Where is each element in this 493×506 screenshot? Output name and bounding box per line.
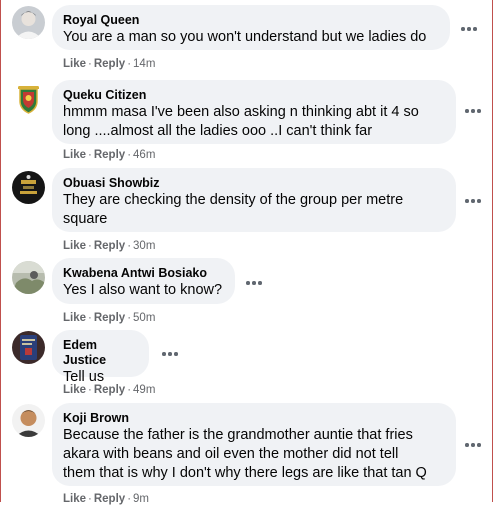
like-button[interactable]: Like: [63, 493, 86, 505]
comment-text: Yes I also want to know?: [63, 282, 223, 298]
comment-text: You are a man so you won't understand bu…: [63, 29, 427, 45]
comment-bubble: Edem Justice Tell us: [52, 330, 149, 385]
avatar[interactable]: [12, 171, 45, 204]
comment-actions: Like · Reply · 30m: [63, 240, 156, 252]
comment-author[interactable]: Kwabena Antwi Bosiako: [63, 266, 223, 281]
comment-actions: Like · Reply · 50m: [63, 312, 156, 324]
avatar[interactable]: [12, 261, 45, 294]
comment-actions: Like · Reply · 46m: [63, 149, 156, 161]
avatar[interactable]: [12, 83, 45, 116]
avatar[interactable]: [12, 331, 45, 364]
comment-text: hmmm masa I've been also asking n thinki…: [63, 104, 419, 139]
comment-bubble: Queku Citizen hmmm masa I've been also a…: [52, 80, 456, 144]
like-button[interactable]: Like: [63, 312, 86, 324]
like-button[interactable]: Like: [63, 384, 86, 396]
comment-author[interactable]: Obuasi Showbiz: [63, 176, 444, 191]
more-options-icon[interactable]: [244, 277, 264, 289]
reply-button[interactable]: Reply: [94, 149, 125, 161]
reply-button[interactable]: Reply: [94, 240, 125, 252]
comment-actions: Like · Reply · 14m: [63, 58, 156, 70]
comment-author[interactable]: Koji Brown: [63, 411, 444, 426]
reply-button[interactable]: Reply: [94, 384, 125, 396]
like-button[interactable]: Like: [63, 149, 86, 161]
comment-actions: Like · Reply · 9m: [63, 493, 150, 505]
comment-time[interactable]: 30m: [133, 240, 155, 252]
comment-bubble: Kwabena Antwi Bosiako Yes I also want to…: [52, 258, 235, 304]
comment-time[interactable]: 49m: [133, 384, 155, 396]
comment-time[interactable]: 14m: [133, 58, 155, 70]
more-options-icon[interactable]: [463, 439, 483, 451]
comment-text: They are checking the density of the gro…: [63, 192, 404, 227]
reply-button[interactable]: Reply: [94, 58, 125, 70]
like-button[interactable]: Like: [63, 58, 86, 70]
comment-author[interactable]: Queku Citizen: [63, 88, 444, 103]
comment-author[interactable]: Royal Queen: [63, 13, 438, 28]
comment-time[interactable]: 46m: [133, 149, 155, 161]
more-options-icon[interactable]: [463, 195, 483, 207]
comment-author[interactable]: Edem Justice: [63, 338, 137, 368]
comment-bubble: Obuasi Showbiz They are checking the den…: [52, 168, 456, 232]
more-options-icon[interactable]: [463, 105, 483, 117]
more-options-icon[interactable]: [459, 23, 479, 35]
more-options-icon[interactable]: [160, 348, 180, 360]
reply-button[interactable]: Reply: [94, 312, 125, 324]
reply-button[interactable]: Reply: [94, 493, 125, 505]
avatar[interactable]: [12, 404, 45, 437]
comment-text: Because the father is the grandmother au…: [63, 427, 427, 481]
comment-actions: Like · Reply · 49m: [63, 384, 156, 396]
comment-bubble: Royal Queen You are a man so you won't u…: [52, 5, 450, 50]
comment-time[interactable]: 9m: [133, 493, 149, 505]
avatar[interactable]: [12, 6, 45, 39]
comment-time[interactable]: 50m: [133, 312, 155, 324]
comment-bubble: Koji Brown Because the father is the gra…: [52, 403, 456, 486]
like-button[interactable]: Like: [63, 240, 86, 252]
